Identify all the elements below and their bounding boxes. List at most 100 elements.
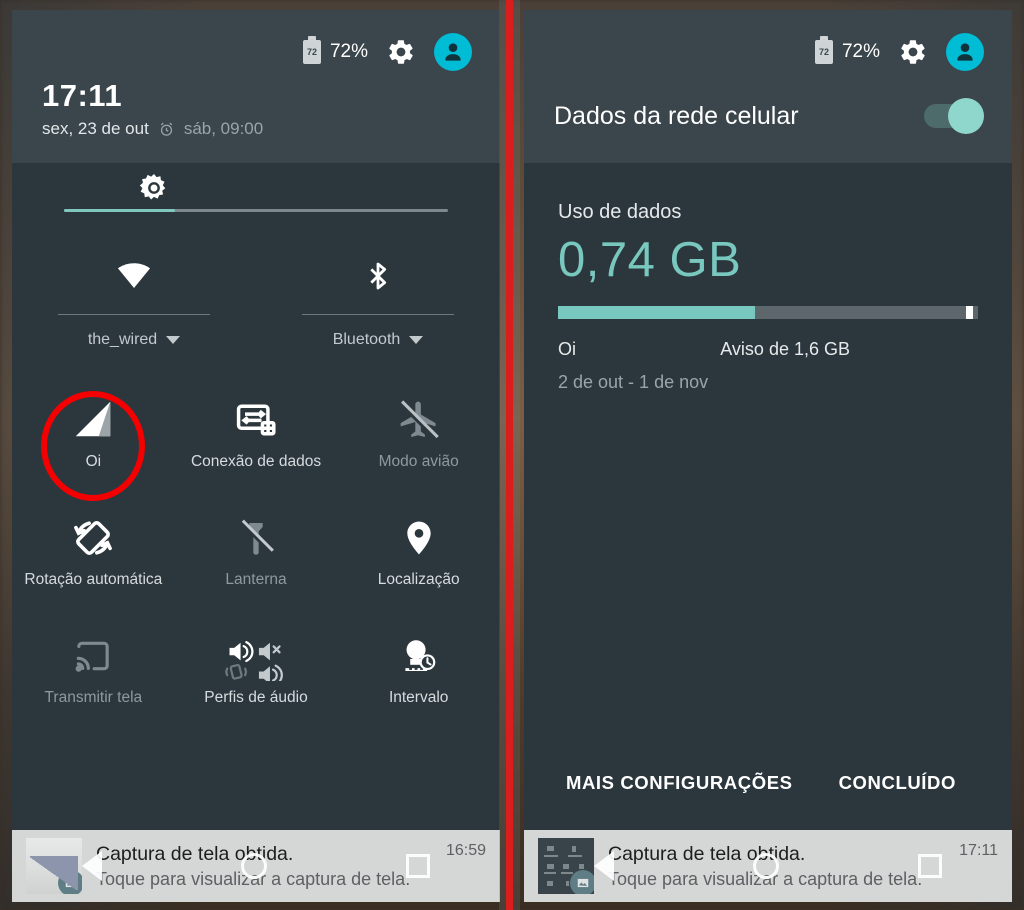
cellular-data-title: Dados da rede celular xyxy=(554,101,799,130)
cellular-data-panel: 72 72% Dados da rede celular Uso de dado… xyxy=(524,10,1012,832)
tile-interval-label: Intervalo xyxy=(388,689,449,706)
gear-icon[interactable] xyxy=(386,37,416,67)
notification-text: Captura de tela obtida. Toque para visua… xyxy=(608,843,947,890)
tile-bluetooth-label: Bluetooth xyxy=(332,331,401,348)
flashlight-off-icon xyxy=(236,511,276,565)
tile-divider xyxy=(302,314,454,315)
more-settings-button[interactable]: MAIS CONFIGURAÇÕES xyxy=(566,772,793,794)
quick-settings-row: Transmitir tela Perfis de áudio Interval… xyxy=(12,619,500,707)
battery-status: 72 72% xyxy=(302,36,368,64)
toggle-thumb xyxy=(948,98,984,134)
tile-cast-screen-label: Transmitir tela xyxy=(44,689,143,706)
battery-status: 72 72% xyxy=(814,36,880,64)
data-warning-label: Aviso de 1,6 GB xyxy=(720,339,850,359)
data-connection-icon xyxy=(234,393,278,447)
brightness-track xyxy=(64,209,448,212)
interval-bulb-icon xyxy=(397,629,441,683)
brightness-icon[interactable] xyxy=(138,172,170,204)
tile-audio-profiles[interactable]: Perfis de áudio xyxy=(175,619,338,707)
tile-data-connection-label: Conexão de dados xyxy=(190,453,322,470)
battery-level-label: 72 xyxy=(818,46,829,57)
tile-auto-rotate-label: Rotação automática xyxy=(24,571,163,588)
audio-profiles-icon xyxy=(220,629,292,683)
bluetooth-icon xyxy=(362,252,394,300)
brightness-fill xyxy=(64,209,176,212)
notification-screenshot-left[interactable]: Captura de tela obtida. Toque para visua… xyxy=(12,830,500,902)
gear-icon[interactable] xyxy=(898,37,928,67)
quick-settings-panel: 72 72% 17:11 sex, 23 de out sáb, 09:00 t… xyxy=(12,10,500,832)
notification-screenshot-right[interactable]: Captura de tela obtida. Toque para visua… xyxy=(524,830,1012,902)
tile-bluetooth-label-row[interactable]: Bluetooth xyxy=(333,331,424,349)
signal-bars-icon xyxy=(70,393,116,447)
notification-subtitle: Toque para visualizar a captura de tela. xyxy=(608,868,923,889)
tile-wifi[interactable]: the_wired xyxy=(12,252,256,349)
top-tiles: the_wired Bluetooth xyxy=(12,252,500,349)
tile-wifi-label-row[interactable]: the_wired xyxy=(87,331,181,349)
battery-icon: 72 xyxy=(302,36,321,64)
notification-thumbnail xyxy=(538,838,594,894)
image-badge-icon xyxy=(58,870,82,894)
left-panel-header: 72 72% 17:11 sex, 23 de out sáb, 09:00 xyxy=(12,10,500,163)
battery-icon: 72 xyxy=(814,36,833,64)
tile-oi-signal[interactable]: Oi xyxy=(12,383,175,501)
done-button[interactable]: CONCLUÍDO xyxy=(839,772,956,794)
image-badge-icon xyxy=(570,870,594,894)
data-usage-amount: 0,74 GB xyxy=(558,233,742,287)
brightness-slider[interactable] xyxy=(12,163,500,212)
status-bar: 72 72% xyxy=(12,10,500,72)
notification-time: 17:11 xyxy=(959,842,998,859)
data-usage-meta: Oi Aviso de 1,6 GB xyxy=(558,339,978,360)
red-divider-annotation xyxy=(499,0,520,910)
tile-airplane-mode[interactable]: Modo avião xyxy=(337,383,500,471)
billing-period-label: 2 de out - 1 de nov xyxy=(558,372,709,392)
tile-airplane-mode-label: Modo avião xyxy=(378,453,459,470)
notification-title: Captura de tela obtida. xyxy=(608,842,806,865)
alarm-clock-icon xyxy=(158,121,175,138)
data-usage-limit-marker xyxy=(966,306,973,319)
chevron-down-icon[interactable] xyxy=(409,336,424,344)
tile-flashlight[interactable]: Lanterna xyxy=(175,501,338,589)
tile-divider xyxy=(58,314,210,315)
notification-thumbnail xyxy=(26,838,82,894)
tile-location[interactable]: Localização xyxy=(337,501,500,589)
tile-oi-signal-label: Oi xyxy=(85,453,102,470)
quick-settings-grid: Oi Conexão de dados Modo avião Rotação a… xyxy=(12,383,500,707)
user-avatar-icon[interactable] xyxy=(946,33,984,71)
clock-time: 17:11 xyxy=(42,78,123,113)
tile-interval[interactable]: Intervalo xyxy=(337,619,500,707)
battery-percent-label: 72% xyxy=(329,41,368,62)
chevron-down-icon[interactable] xyxy=(166,336,181,344)
quick-settings-row: Oi Conexão de dados Modo avião xyxy=(12,383,500,501)
tile-bluetooth[interactable]: Bluetooth xyxy=(256,252,500,349)
dialog-actions: MAIS CONFIGURAÇÕES CONCLUÍDO xyxy=(524,772,1012,794)
wifi-icon xyxy=(112,252,156,300)
tile-location-label: Localização xyxy=(377,571,460,588)
quick-settings-row: Rotação automática Lanterna Localização xyxy=(12,501,500,589)
notification-time: 16:59 xyxy=(445,842,486,859)
data-usage-bar xyxy=(558,306,978,319)
alarm-time: sáb, 09:00 xyxy=(183,119,264,138)
status-bar: 72 72% xyxy=(524,10,1012,72)
tile-auto-rotate[interactable]: Rotação automática xyxy=(12,501,175,589)
notification-text: Captura de tela obtida. Toque para visua… xyxy=(96,843,434,890)
quick-settings-body: the_wired Bluetooth Oi Conexão de dados … xyxy=(12,163,500,707)
user-avatar-icon[interactable] xyxy=(434,33,472,71)
carrier-label: Oi xyxy=(558,339,576,359)
tile-cast-screen[interactable]: Transmitir tela xyxy=(12,619,175,707)
cellular-data-title-row: Dados da rede celular xyxy=(524,72,1012,160)
clock-block[interactable]: 17:11 sex, 23 de out sáb, 09:00 xyxy=(12,72,500,139)
tile-data-connection[interactable]: Conexão de dados xyxy=(175,383,338,471)
cast-screen-icon xyxy=(70,629,116,683)
cellular-data-toggle[interactable] xyxy=(924,98,984,134)
location-pin-icon xyxy=(399,511,439,565)
tile-audio-profiles-label: Perfis de áudio xyxy=(204,689,308,706)
airplane-off-icon xyxy=(397,393,441,447)
clock-date: sex, 23 de out xyxy=(42,119,149,138)
battery-percent-label: 72% xyxy=(841,41,880,62)
data-usage-label: Uso de dados xyxy=(558,201,682,223)
battery-level-label: 72 xyxy=(306,46,317,57)
notification-subtitle: Toque para visualizar a captura de tela. xyxy=(96,868,411,889)
clock-subline: sex, 23 de out sáb, 09:00 xyxy=(42,119,500,139)
tile-wifi-label: the_wired xyxy=(87,331,158,348)
data-usage-bar-fill xyxy=(558,306,756,319)
